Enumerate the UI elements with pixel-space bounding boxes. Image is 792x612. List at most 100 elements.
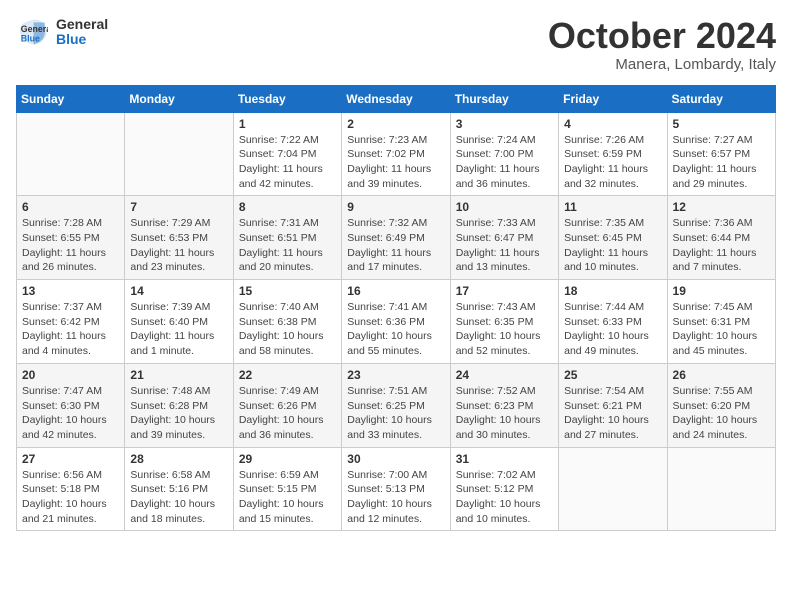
calendar-cell: 20 Sunrise: 7:47 AM Sunset: 6:30 PM Dayli… [17,363,125,447]
calendar-week-row: 6 Sunrise: 7:28 AM Sunset: 6:55 PM Daylig… [17,196,776,280]
calendar-cell: 18 Sunrise: 7:44 AM Sunset: 6:33 PM Dayli… [559,280,667,364]
day-number: 12 [673,200,770,214]
day-number: 27 [22,452,119,466]
calendar-cell: 7Sunrise: 7:29 AM Sunset: 6:53 PM Daylig… [125,196,233,280]
calendar-cell: 4Sunrise: 7:26 AM Sunset: 6:59 PM Daylig… [559,112,667,196]
logo-general: General [56,17,108,32]
calendar-cell: 19Sunrise: 7:45 AM Sunset: 6:31 PM Dayli… [667,280,775,364]
calendar-cell: 14Sunrise: 7:39 AM Sunset: 6:40 PM Dayli… [125,280,233,364]
day-number: 29 [239,452,336,466]
day-number: 28 [130,452,227,466]
logo: General Blue General Blue [16,16,108,48]
day-number: 30 [347,452,444,466]
day-info: Sunrise: 7:31 AM Sunset: 6:51 PM Dayligh… [239,216,336,275]
day-number: 23 [347,368,444,382]
day-number: 31 [456,452,553,466]
column-header-saturday: Saturday [667,85,775,112]
day-info: Sunrise: 7:32 AM Sunset: 6:49 PM Dayligh… [347,216,444,275]
day-info: Sunrise: 7:27 AM Sunset: 6:57 PM Dayligh… [673,133,770,192]
calendar-cell: 28 Sunrise: 6:58 AM Sunset: 5:16 PM Dayli… [125,447,233,531]
day-info: Sunrise: 7:43 AM Sunset: 6:35 PM Dayligh… [456,300,553,359]
day-number: 22 [239,368,336,382]
day-info: Sunrise: 6:56 AM Sunset: 5:18 PM Dayligh… [22,468,119,527]
calendar-cell: 13 Sunrise: 7:37 AM Sunset: 6:42 PM Dayli… [17,280,125,364]
calendar-cell: 12Sunrise: 7:36 AM Sunset: 6:44 PM Dayli… [667,196,775,280]
day-info: Sunrise: 7:52 AM Sunset: 6:23 PM Dayligh… [456,384,553,443]
svg-text:General: General [21,24,48,34]
day-info: Sunrise: 7:28 AM Sunset: 6:55 PM Dayligh… [22,216,119,275]
calendar-cell: 8 Sunrise: 7:31 AM Sunset: 6:51 PM Daylig… [233,196,341,280]
day-number: 10 [456,200,553,214]
day-number: 19 [673,284,770,298]
day-number: 24 [456,368,553,382]
day-info: Sunrise: 7:44 AM Sunset: 6:33 PM Dayligh… [564,300,661,359]
day-number: 1 [239,117,336,131]
day-info: Sunrise: 7:51 AM Sunset: 6:25 PM Dayligh… [347,384,444,443]
day-number: 26 [673,368,770,382]
calendar-cell [125,112,233,196]
day-number: 9 [347,200,444,214]
calendar-cell: 17 Sunrise: 7:43 AM Sunset: 6:35 PM Dayli… [450,280,558,364]
day-info: Sunrise: 7:55 AM Sunset: 6:20 PM Dayligh… [673,384,770,443]
day-info: Sunrise: 7:40 AM Sunset: 6:38 PM Dayligh… [239,300,336,359]
calendar-header-row: SundayMondayTuesdayWednesdayThursdayFrid… [17,85,776,112]
day-info: Sunrise: 7:22 AM Sunset: 7:04 PM Dayligh… [239,133,336,192]
page-header: General Blue General Blue October 2024 M… [16,16,776,73]
calendar-cell: 15 Sunrise: 7:40 AM Sunset: 6:38 PM Dayli… [233,280,341,364]
column-header-sunday: Sunday [17,85,125,112]
day-number: 5 [673,117,770,131]
title-block: October 2024 Manera, Lombardy, Italy [548,16,776,73]
day-number: 11 [564,200,661,214]
day-info: Sunrise: 7:23 AM Sunset: 7:02 PM Dayligh… [347,133,444,192]
day-info: Sunrise: 7:49 AM Sunset: 6:26 PM Dayligh… [239,384,336,443]
day-info: Sunrise: 7:37 AM Sunset: 6:42 PM Dayligh… [22,300,119,359]
day-number: 17 [456,284,553,298]
calendar-cell: 11 Sunrise: 7:35 AM Sunset: 6:45 PM Dayli… [559,196,667,280]
calendar-cell: 2Sunrise: 7:23 AM Sunset: 7:02 PM Daylig… [342,112,450,196]
calendar-week-row: 1 Sunrise: 7:22 AM Sunset: 7:04 PM Daylig… [17,112,776,196]
calendar-cell: 21 Sunrise: 7:48 AM Sunset: 6:28 PM Dayli… [125,363,233,447]
day-info: Sunrise: 6:58 AM Sunset: 5:16 PM Dayligh… [130,468,227,527]
calendar-cell: 22 Sunrise: 7:49 AM Sunset: 6:26 PM Dayli… [233,363,341,447]
day-info: Sunrise: 7:47 AM Sunset: 6:30 PM Dayligh… [22,384,119,443]
calendar-cell: 6 Sunrise: 7:28 AM Sunset: 6:55 PM Daylig… [17,196,125,280]
day-number: 15 [239,284,336,298]
logo-icon: General Blue [16,16,48,48]
day-number: 16 [347,284,444,298]
column-header-friday: Friday [559,85,667,112]
calendar-cell: 3 Sunrise: 7:24 AM Sunset: 7:00 PM Daylig… [450,112,558,196]
day-info: Sunrise: 7:48 AM Sunset: 6:28 PM Dayligh… [130,384,227,443]
day-number: 13 [22,284,119,298]
calendar-week-row: 13 Sunrise: 7:37 AM Sunset: 6:42 PM Dayli… [17,280,776,364]
day-info: Sunrise: 7:00 AM Sunset: 5:13 PM Dayligh… [347,468,444,527]
day-info: Sunrise: 7:33 AM Sunset: 6:47 PM Dayligh… [456,216,553,275]
calendar-cell: 5 Sunrise: 7:27 AM Sunset: 6:57 PM Daylig… [667,112,775,196]
calendar-cell: 25Sunrise: 7:54 AM Sunset: 6:21 PM Dayli… [559,363,667,447]
calendar-cell: 9 Sunrise: 7:32 AM Sunset: 6:49 PM Daylig… [342,196,450,280]
location-subtitle: Manera, Lombardy, Italy [548,56,776,73]
calendar-body: 1 Sunrise: 7:22 AM Sunset: 7:04 PM Daylig… [17,112,776,531]
calendar-cell [559,447,667,531]
logo-blue: Blue [56,32,108,47]
column-header-tuesday: Tuesday [233,85,341,112]
calendar-cell: 24 Sunrise: 7:52 AM Sunset: 6:23 PM Dayli… [450,363,558,447]
calendar-cell: 16Sunrise: 7:41 AM Sunset: 6:36 PM Dayli… [342,280,450,364]
month-title: October 2024 [548,16,776,56]
day-number: 14 [130,284,227,298]
day-number: 4 [564,117,661,131]
day-info: Sunrise: 7:29 AM Sunset: 6:53 PM Dayligh… [130,216,227,275]
day-info: Sunrise: 7:02 AM Sunset: 5:12 PM Dayligh… [456,468,553,527]
day-info: Sunrise: 7:24 AM Sunset: 7:00 PM Dayligh… [456,133,553,192]
day-number: 21 [130,368,227,382]
day-info: Sunrise: 7:35 AM Sunset: 6:45 PM Dayligh… [564,216,661,275]
calendar-cell: 10 Sunrise: 7:33 AM Sunset: 6:47 PM Dayli… [450,196,558,280]
calendar-cell: 1 Sunrise: 7:22 AM Sunset: 7:04 PM Daylig… [233,112,341,196]
calendar-cell: 26 Sunrise: 7:55 AM Sunset: 6:20 PM Dayli… [667,363,775,447]
day-number: 6 [22,200,119,214]
day-number: 18 [564,284,661,298]
svg-text:Blue: Blue [21,34,40,44]
day-number: 8 [239,200,336,214]
day-number: 3 [456,117,553,131]
day-number: 20 [22,368,119,382]
column-header-thursday: Thursday [450,85,558,112]
